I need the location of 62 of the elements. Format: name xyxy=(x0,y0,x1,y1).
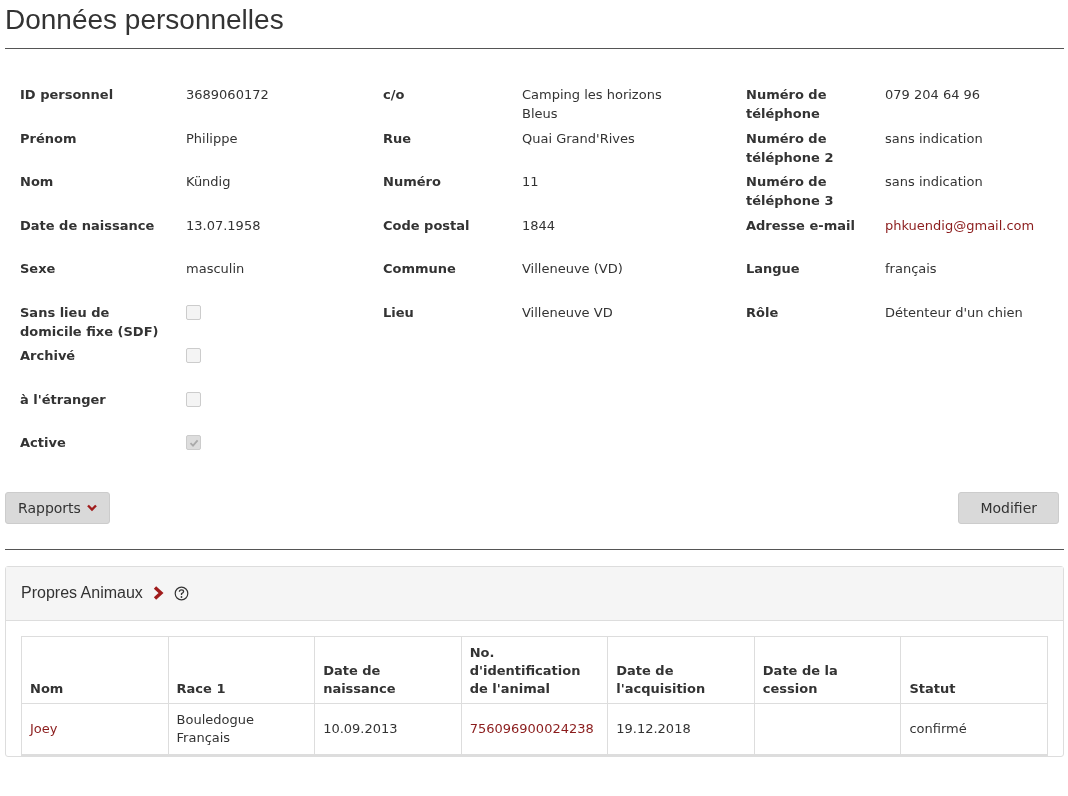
field-value: Kündig xyxy=(186,173,232,191)
table-cell: Bouledogue Français xyxy=(176,711,254,745)
field-label: Lieu xyxy=(383,303,415,322)
field-value: Villeneuve (VD) xyxy=(522,260,624,278)
field-value: Quai Grand'Rives xyxy=(522,129,636,148)
field-value: Villeneuve VD xyxy=(522,303,614,322)
field-value: français xyxy=(885,260,938,278)
help-icon[interactable] xyxy=(173,585,189,601)
table-link[interactable]: Joey xyxy=(30,720,58,736)
chevron-right-icon[interactable] xyxy=(152,586,164,600)
field-value: Philippe xyxy=(186,129,239,148)
field-value: 13.07.1958 xyxy=(186,216,262,235)
field-value: masculin xyxy=(186,260,246,278)
field-label: Langue xyxy=(746,260,801,278)
field-value: 1844 xyxy=(522,216,557,235)
field-label: Nom xyxy=(20,173,55,191)
column-header: Nom xyxy=(21,636,169,703)
check-icon xyxy=(188,437,199,448)
column-header: Date de la cession xyxy=(754,636,901,703)
page-title: Données personnelles xyxy=(5,0,1064,49)
field-value: 3689060172 xyxy=(186,86,270,104)
field-label: Prénom xyxy=(20,129,78,148)
field-label: Adresse e-mail xyxy=(746,216,856,235)
reports-button[interactable]: Rapports xyxy=(5,491,110,524)
email-link[interactable]: phkuendig@gmail.com xyxy=(885,215,1055,235)
field-label: ID personnel xyxy=(20,86,115,104)
column-header: Date de l'acquisition xyxy=(607,636,755,703)
field-label: Sexe xyxy=(20,260,57,278)
field-value: Camping les horizons Bleus xyxy=(522,86,663,123)
field-value: 079 204 64 96 xyxy=(885,86,982,104)
field-label: Commune xyxy=(383,260,457,278)
column-header: No. d'identification de l'animal xyxy=(461,636,608,703)
panel-title: Propres Animaux xyxy=(21,584,143,602)
field-label: Rue xyxy=(383,129,413,148)
field-label: Date de naissance xyxy=(20,216,156,235)
field-label: Sans lieu de domicile fixe (SDF) xyxy=(20,303,160,341)
field-label: Numéro xyxy=(383,173,442,191)
column-header: Statut xyxy=(900,636,1048,703)
field-label: Numéro de téléphone 2 xyxy=(746,129,835,167)
checkbox[interactable] xyxy=(186,435,201,450)
checkbox[interactable] xyxy=(186,304,201,320)
field-label: Numéro de téléphone xyxy=(746,86,828,123)
field-label: à l'étranger xyxy=(20,390,107,409)
field-value: sans indication xyxy=(885,173,984,191)
field-label: Active xyxy=(20,434,67,452)
table-cell: 19.12.2018 xyxy=(616,720,691,736)
field-value: 11 xyxy=(522,173,540,191)
column-header: Race 1 xyxy=(168,636,315,703)
table-cell: confirmé xyxy=(909,720,967,736)
column-header: Date de naissance xyxy=(314,636,462,703)
edit-button[interactable]: Modifier xyxy=(958,491,1059,524)
checkbox[interactable] xyxy=(186,348,201,363)
checkbox[interactable] xyxy=(186,391,201,407)
field-label: Archivé xyxy=(20,347,77,365)
field-value: Détenteur d'un chien xyxy=(885,303,1024,322)
field-label: c/o xyxy=(383,86,406,104)
table-cell: 10.09.2013 xyxy=(323,720,398,736)
caret-icon xyxy=(86,503,97,512)
field-label: Rôle xyxy=(746,303,780,322)
field-value: sans indication xyxy=(885,129,984,148)
field-label: Code postal xyxy=(383,216,471,235)
field-label: Numéro de téléphone 3 xyxy=(746,173,835,210)
